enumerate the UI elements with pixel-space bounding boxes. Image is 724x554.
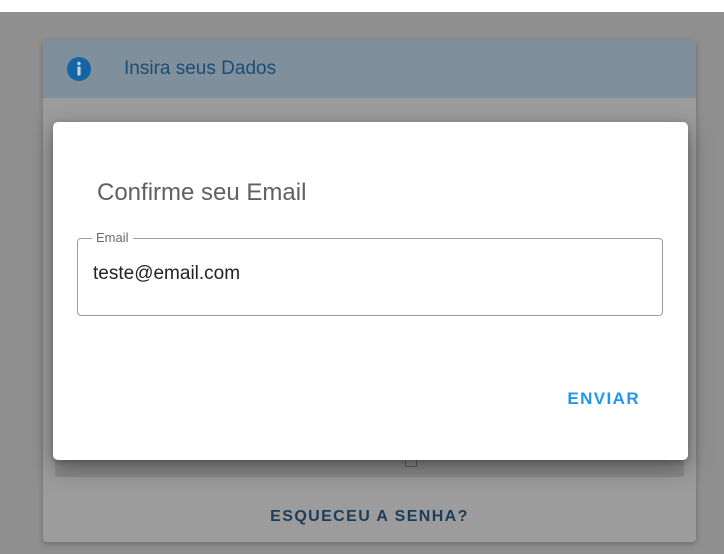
confirm-email-dialog: Confirme seu Email Email ENVIAR	[53, 122, 688, 460]
card-title: Insira seus Dados	[124, 58, 277, 79]
send-button[interactable]: ENVIAR	[559, 385, 648, 413]
card-header: Insira seus Dados	[43, 40, 696, 98]
forgot-password-button[interactable]: ESQUECEU A SENHA?	[43, 505, 696, 529]
email-field[interactable]: Email	[77, 230, 663, 316]
info-icon	[67, 57, 91, 81]
email-field-label: Email	[92, 230, 133, 246]
dialog-title: Confirme seu Email	[97, 179, 307, 206]
email-input[interactable]	[93, 261, 633, 287]
top-strip	[0, 0, 724, 12]
